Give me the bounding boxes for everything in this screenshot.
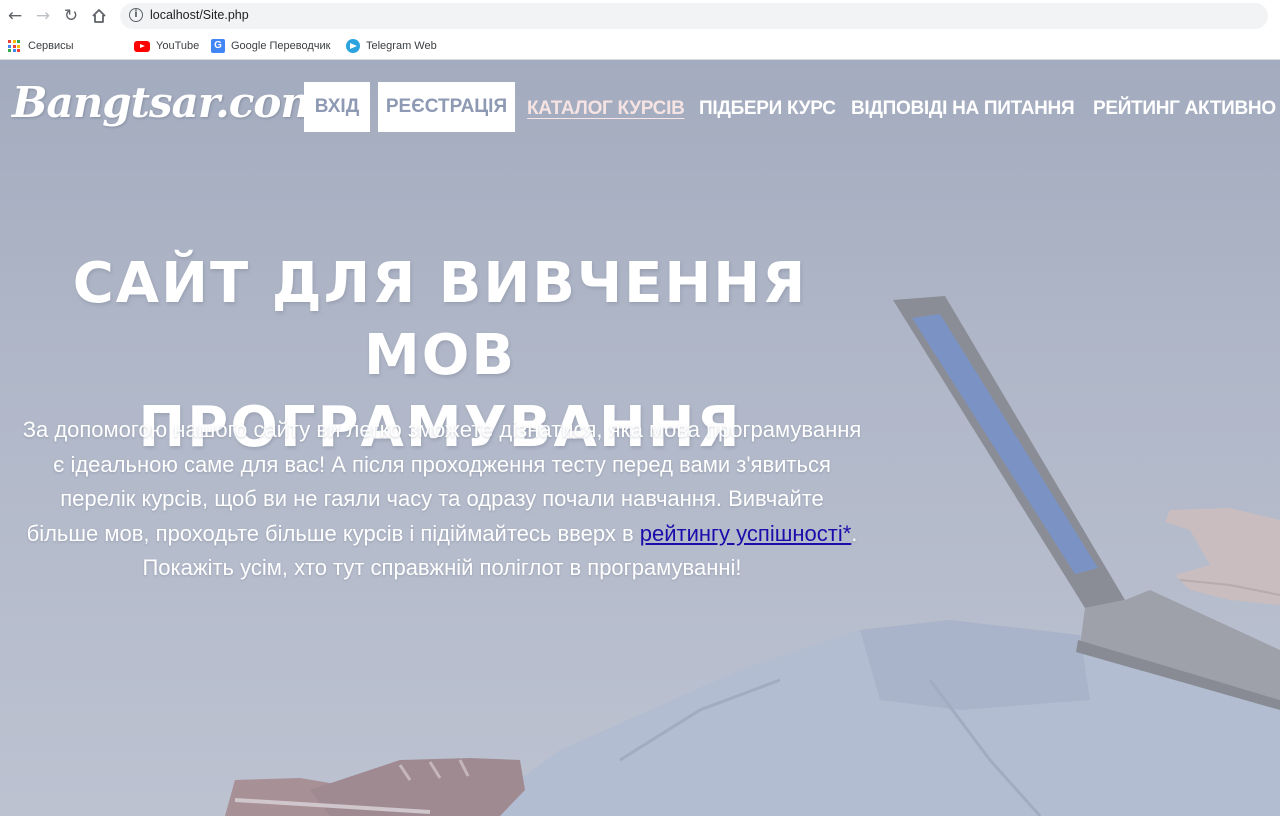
- nav-activity-rating[interactable]: РЕЙТИНГ АКТИВНО: [1093, 98, 1276, 120]
- success-rating-link[interactable]: рейтингу успішності*: [640, 521, 852, 546]
- bookmark-label: Google Переводчик: [231, 40, 331, 52]
- telegram-icon: [346, 39, 360, 53]
- register-button[interactable]: РЕЄСТРАЦІЯ: [378, 82, 515, 132]
- bookmark-telegram[interactable]: Telegram Web: [346, 37, 437, 55]
- hero-title-line: САЙТ ДЛЯ ВИВЧЕННЯ МОВ: [72, 251, 808, 388]
- browser-toolbar: ← → ↻ i localhost/Site.php: [0, 0, 1280, 32]
- login-button[interactable]: ВХІД: [304, 82, 370, 132]
- bookmark-label: Сервисы: [28, 40, 74, 52]
- apps-grid-icon: [8, 40, 20, 52]
- url-text[interactable]: localhost/Site.php: [150, 8, 249, 22]
- bookmark-google-translate[interactable]: G Google Переводчик: [211, 37, 331, 55]
- bookmark-label: YouTube: [156, 40, 200, 52]
- google-translate-icon: G: [211, 39, 225, 53]
- bookmark-youtube[interactable]: YouTube: [134, 37, 199, 55]
- home-icon[interactable]: [87, 4, 111, 28]
- reload-icon[interactable]: ↻: [59, 4, 83, 28]
- nav-faq[interactable]: ВІДПОВІДІ НА ПИТАННЯ: [851, 98, 1075, 120]
- nav-course-catalog[interactable]: КАТАЛОГ КУРСІВ: [527, 98, 685, 120]
- bookmarks-bar: Сервисы YouTube G Google Переводчик Tele…: [0, 32, 1280, 60]
- bookmark-services[interactable]: Сервисы: [8, 37, 74, 55]
- forward-arrow-icon[interactable]: →: [31, 4, 55, 28]
- hero-description: За допомогою нашого сайту ви легко зможе…: [22, 413, 862, 586]
- back-arrow-icon[interactable]: ←: [3, 4, 27, 28]
- youtube-icon: [134, 40, 150, 52]
- bookmark-label: Telegram Web: [366, 40, 437, 52]
- site-logo[interactable]: Bangtsar.com: [12, 78, 325, 127]
- info-icon[interactable]: i: [129, 8, 143, 22]
- address-bar[interactable]: i localhost/Site.php: [120, 3, 1268, 29]
- nav-pick-course[interactable]: ПІДБЕРИ КУРС: [699, 98, 836, 120]
- site-page: Bangtsar.com ВХІД РЕЄСТРАЦІЯ КАТАЛОГ КУР…: [0, 60, 1280, 816]
